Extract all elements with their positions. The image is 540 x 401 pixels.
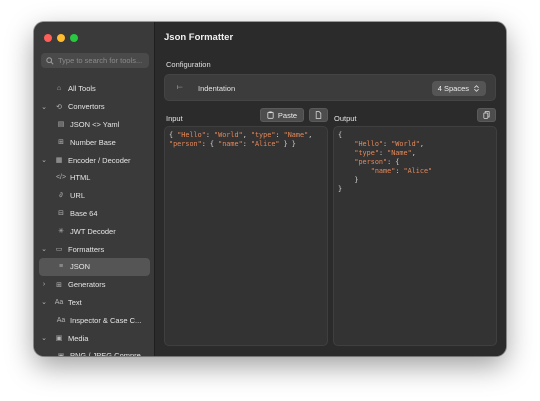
main-panel: Json Formatter Configuration ⟝ Indentati…	[155, 22, 506, 356]
output-editor[interactable]: { "Hello": "World", "type": "Name", "per…	[333, 126, 497, 346]
sidebar-item-url[interactable]: ∂ URL	[34, 187, 154, 205]
sidebar-item-label: PNG / JPEG Compre...	[70, 351, 148, 356]
chevron-down-icon[interactable]: ⌄	[40, 156, 48, 164]
sidebar-item-label: Convertors	[68, 102, 105, 112]
sidebar-item-json[interactable]: ≡ JSON	[39, 257, 150, 276]
sidebar-item-all-tools[interactable]: ⌂ All Tools	[34, 80, 154, 98]
output-line: }	[338, 176, 359, 184]
sidebar-item-convertors[interactable]: ⌄ ⟲ Convertors	[34, 98, 154, 116]
input-label: Input	[166, 114, 183, 123]
sidebar-item-encoder-decoder[interactable]: ⌄ ▦ Encoder / Decoder	[34, 151, 154, 169]
search-icon	[46, 56, 54, 65]
sidebar-item-media[interactable]: ⌄ ▣ Media	[34, 329, 154, 347]
copy-icon	[483, 111, 490, 119]
document-icon: ▤	[57, 121, 65, 129]
paste-label: Paste	[277, 110, 298, 120]
jwt-icon: ✳	[58, 228, 64, 236]
sidebar-item-png-jpeg-compre[interactable]: ▣ PNG / JPEG Compre...	[34, 347, 154, 356]
convert-icon: ⟲	[56, 103, 62, 111]
input-line: { "Hello": "World", "type": "Name",	[169, 131, 313, 139]
chevron-down-icon[interactable]: ⌄	[40, 245, 48, 253]
indent-icon: ⟝	[177, 84, 183, 91]
page-title: Json Formatter	[164, 32, 234, 43]
zoom-window-button[interactable]	[70, 34, 78, 42]
grid-icon: ▦	[55, 157, 63, 165]
media-icon: ▣	[55, 335, 63, 343]
sidebar-nav: ⌂ All Tools ⌄ ⟲ Convertors ▤ JSON <> Yaml ⊞ Numb…	[34, 80, 154, 356]
window-controls	[44, 34, 78, 42]
indentation-label: Indentation	[198, 84, 236, 93]
copy-output-button[interactable]	[477, 108, 496, 122]
folder-icon: ▭	[55, 246, 63, 254]
sidebar: ⌂ All Tools ⌄ ⟲ Convertors ▤ JSON <> Yaml ⊞ Numb…	[34, 22, 155, 356]
sidebar-item-text[interactable]: ⌄ Aa Text	[34, 294, 154, 312]
output-line: "Hello": "World",	[354, 140, 424, 148]
sidebar-item-label: Media	[68, 333, 89, 343]
home-icon: ⌂	[56, 85, 62, 93]
sidebar-item-label: URL	[70, 191, 86, 201]
output-line: "person": {	[354, 158, 400, 166]
lines-icon: ≡	[58, 263, 64, 271]
code-icon: </>	[55, 174, 67, 182]
sidebar-item-html[interactable]: </> HTML	[34, 169, 154, 187]
sidebar-item-label: JWT Decoder	[70, 226, 116, 236]
output-line: {	[338, 131, 343, 139]
sidebar-item-label: Inspector & Case C...	[70, 315, 142, 325]
sidebar-item-formatters[interactable]: ⌄ ▭ Formatters	[34, 240, 154, 258]
sidebar-item-label: Base 64	[70, 208, 98, 218]
paste-button[interactable]: Paste	[260, 108, 304, 122]
sidebar-item-generators[interactable]: › ⊞ Generators	[34, 276, 154, 294]
sidebar-item-base-64[interactable]: ⊟ Base 64	[34, 205, 154, 223]
chevron-down-icon[interactable]: ⌄	[40, 103, 48, 111]
link-icon: ∂	[59, 192, 63, 200]
text-case-icon: Aa	[56, 316, 66, 324]
image-icon: ▣	[56, 351, 66, 356]
sidebar-item-label: Formatters	[68, 244, 105, 254]
minimize-window-button[interactable]	[57, 34, 65, 42]
chevron-down-icon[interactable]: ⌄	[40, 298, 48, 306]
output-line: }	[338, 185, 343, 193]
configuration-heading: Configuration	[166, 60, 211, 69]
indentation-setting-row: ⟝ Indentation 4 Spaces	[164, 74, 496, 101]
close-window-button[interactable]	[44, 34, 52, 42]
sidebar-item-label: JSON <> Yaml	[70, 119, 120, 129]
search-box[interactable]	[41, 53, 149, 68]
base64-icon: ⊟	[58, 210, 64, 218]
sidebar-item-label: HTML	[70, 173, 91, 183]
output-line: "name": "Alice"	[370, 167, 433, 175]
sidebar-item-label: JSON	[70, 262, 91, 272]
document-icon	[315, 111, 322, 119]
input-line: "person": { "name": "Alice" } }	[169, 140, 296, 148]
open-file-button[interactable]	[309, 108, 328, 122]
text-icon: Aa	[54, 298, 64, 306]
sidebar-item-label: Generators	[68, 280, 106, 290]
search-input[interactable]	[58, 56, 148, 65]
chevron-updown-icon	[474, 85, 479, 92]
sidebar-item-json-yaml[interactable]: ▤ JSON <> Yaml	[34, 116, 154, 134]
sidebar-item-number-base[interactable]: ⊞ Number Base	[34, 133, 154, 151]
output-line: "type": "Name",	[354, 149, 416, 157]
indentation-select[interactable]: 4 Spaces	[431, 81, 486, 96]
sidebar-item-inspector-case-c[interactable]: Aa Inspector & Case C...	[34, 311, 154, 329]
chevron-down-icon[interactable]: ⌄	[40, 334, 48, 342]
sidebar-item-jwt-decoder[interactable]: ✳ JWT Decoder	[34, 222, 154, 240]
sidebar-item-label: Encoder / Decoder	[68, 155, 131, 165]
input-editor[interactable]: { "Hello": "World", "type": "Name", "pers…	[164, 126, 328, 346]
number-icon: ⊞	[58, 139, 64, 147]
sidebar-item-label: Text	[68, 297, 82, 307]
output-label: Output	[334, 114, 357, 123]
chevron-right-icon[interactable]: ›	[40, 281, 48, 288]
clipboard-icon	[267, 111, 274, 119]
generator-icon: ⊞	[56, 281, 62, 289]
app-window: ⌂ All Tools ⌄ ⟲ Convertors ▤ JSON <> Yaml ⊞ Numb…	[34, 22, 506, 356]
indentation-value: 4 Spaces	[437, 84, 469, 93]
sidebar-item-label: All Tools	[68, 84, 96, 94]
sidebar-item-label: Number Base	[70, 137, 116, 147]
